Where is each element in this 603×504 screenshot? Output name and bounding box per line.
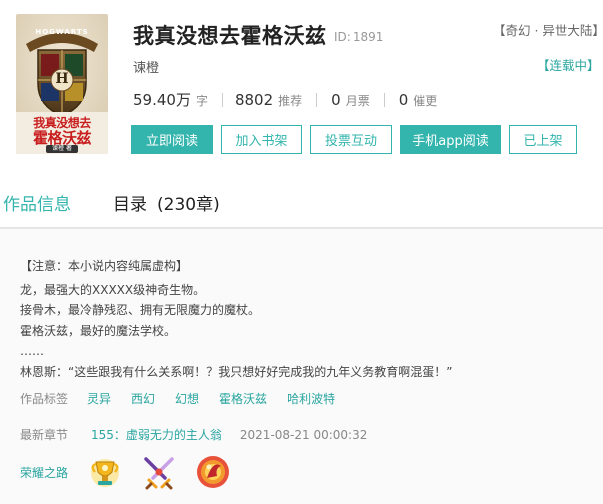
book-stats: 59.40万 字 8802 推荐 0 月票 0 催更 (133, 89, 437, 110)
listed-button[interactable]: 已上架 (509, 125, 577, 154)
genre-label[interactable]: 【奇幻 · 异世大陆】 (493, 20, 603, 39)
vote-interact-button[interactable]: 投票互动 (310, 125, 392, 154)
description-line: 霍格沃兹，最好的魔法学校。 (20, 323, 177, 338)
tag-item[interactable]: 西幻 (131, 390, 155, 407)
urge-label: 催更 (413, 94, 438, 108)
book-cover-image[interactable]: HOGWARTS H 我真没想去 霍格沃兹 谏橙 著 (16, 14, 108, 154)
urge-count: 0 (398, 91, 409, 109)
description-ellipsis: …… (20, 344, 44, 358)
tab-catalog-count: (230章) (157, 195, 220, 215)
word-count: 59.40万 (133, 91, 191, 109)
read-now-button[interactable]: 立即阅读 (131, 125, 213, 154)
author-name[interactable]: 谏橙 (133, 57, 159, 76)
tab-catalog-label: 目录 (113, 195, 147, 215)
status-badge: 【连载中】 (537, 58, 600, 73)
stat-divider (316, 92, 318, 107)
latest-chapter-row: 最新章节 155：虚弱无力的主人翁 2021-08-21 00:00:32 (20, 426, 367, 443)
tag-item[interactable]: 幻想 (175, 390, 199, 407)
tab-catalog[interactable]: 目录 (230章) (113, 190, 220, 215)
trophy-badge-icon[interactable] (87, 454, 123, 490)
book-header: HOGWARTS H 我真没想去 霍格沃兹 谏橙 著 我真没想去霍格沃兹 ID:… (0, 0, 603, 168)
monthly-ticket-label: 月票 (345, 94, 370, 108)
book-info-panel: 【注意：本小说内容纯属虚构】 龙，最强大的XXXXX级神奇生物。 接骨木，最冷静… (0, 228, 603, 504)
stat-divider (383, 92, 385, 107)
add-to-shelf-button[interactable]: 加入书架 (221, 125, 302, 154)
book-id-value: 1891 (352, 30, 384, 44)
word-count-label: 字 (195, 94, 208, 108)
tab-book-info[interactable]: 作品信息 (3, 190, 71, 234)
description-line: 林恩斯：“这些跟我有什么关系啊！？我只想好好完成我的九年义务教育啊混蛋！” (20, 364, 453, 379)
cover-author-tag: 谏橙 著 (46, 145, 78, 153)
tag-item[interactable]: 霍格沃兹 (219, 390, 267, 407)
flame-orb-badge-icon[interactable] (195, 454, 231, 490)
description-notice: 【注意：本小说内容纯属虚构】 (20, 259, 189, 273)
cover-crest-text: HOGWARTS (35, 28, 89, 36)
latest-chapter-label: 最新章节 (20, 428, 69, 442)
description-line: 龙，最强大的XXXXX级神奇生物。 (20, 282, 206, 297)
mobile-app-read-button[interactable]: 手机app阅读 (400, 125, 501, 154)
monthly-ticket-count: 0 (331, 91, 341, 109)
latest-chapter-link[interactable]: 155：虚弱无力的主人翁 (91, 426, 222, 443)
book-description: 【注意：本小说内容纯属虚构】 龙，最强大的XXXXX级神奇生物。 接骨木，最冷静… (20, 256, 452, 382)
tags-label: 作品标签 (20, 392, 69, 406)
action-buttons: 立即阅读 加入书架 投票互动 手机app阅读 已上架 (131, 125, 585, 154)
description-line: 接骨木，最冷静残忍、拥有无限魔力的魔杖。 (20, 303, 261, 317)
honor-row: 荣耀之路 (20, 454, 249, 490)
honor-label[interactable]: 荣耀之路 (20, 464, 87, 481)
stat-divider (221, 92, 223, 107)
tab-bar: 作品信息 目录 (230章) (0, 174, 603, 234)
tag-item[interactable]: 哈利波特 (287, 390, 335, 407)
tag-item[interactable]: 灵异 (87, 390, 111, 407)
crossed-swords-badge-icon[interactable] (141, 454, 177, 490)
recommend-label: 推荐 (278, 94, 303, 108)
cover-crest-letter: H (55, 71, 69, 87)
tags-row: 作品标签 灵异 西幻 幻想 霍格沃兹 哈利波特 (20, 390, 355, 407)
book-id-label: ID: (334, 30, 351, 44)
latest-chapter-time: 2021-08-21 00:00:32 (239, 427, 368, 442)
recommend-count: 8802 (234, 91, 274, 109)
book-id: ID: 1891 (334, 30, 383, 44)
book-title: 我真没想去霍格沃兹 (133, 24, 327, 48)
